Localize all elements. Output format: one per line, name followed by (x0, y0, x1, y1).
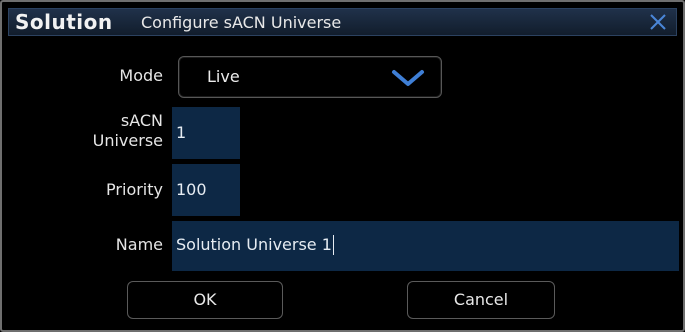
name-input-value: Solution Universe 1 (176, 235, 332, 254)
cancel-button[interactable]: Cancel (407, 281, 555, 319)
priority-label: Priority (106, 180, 163, 199)
text-cursor (332, 235, 334, 255)
mode-selected-value: Live (207, 67, 240, 86)
brand-logo: Solution (15, 10, 113, 34)
name-input[interactable]: Solution Universe 1 (172, 221, 679, 271)
close-icon[interactable] (646, 11, 670, 33)
priority-input[interactable]: 100 (172, 164, 240, 216)
title-bar: Solution Configure sACN Universe (8, 8, 677, 36)
sacn-universe-input[interactable]: 1 (172, 107, 240, 159)
sacn-universe-label-line1: sACN (120, 111, 163, 130)
sacn-universe-label-line2: Universe (92, 131, 163, 150)
dialog-title: Configure sACN Universe (141, 13, 342, 32)
name-label: Name (115, 235, 163, 254)
mode-dropdown[interactable]: Live (178, 56, 442, 98)
ok-button[interactable]: OK (127, 281, 283, 319)
mode-label: Mode (119, 66, 163, 85)
chevron-down-icon (391, 68, 425, 92)
sacn-universe-label: sACN Universe (83, 111, 163, 151)
configure-sacn-universe-dialog: Solution Configure sACN Universe Mode Li… (0, 0, 685, 332)
